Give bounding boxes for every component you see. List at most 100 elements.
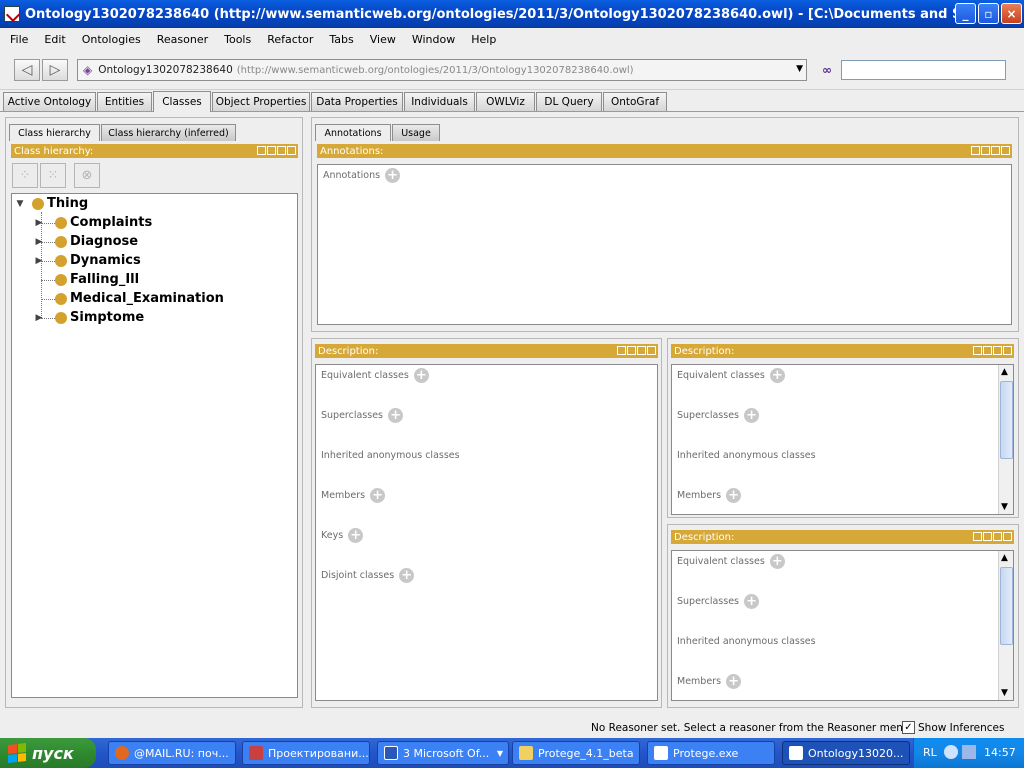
view-minimize-icon[interactable] — [627, 346, 636, 355]
scrollbar-thumb[interactable] — [1000, 567, 1013, 645]
start-button[interactable]: пуск — [0, 738, 96, 768]
view-maximize-icon[interactable] — [991, 146, 1000, 155]
view-pin-icon[interactable] — [617, 346, 626, 355]
add-disjoint-class-icon[interactable]: + — [399, 568, 415, 583]
view-close-icon[interactable] — [287, 146, 296, 155]
maximize-button[interactable]: ▫ — [978, 3, 999, 24]
view-pin-icon[interactable] — [973, 346, 982, 355]
add-superclass-icon[interactable]: + — [388, 408, 404, 423]
show-inferences-checkbox[interactable]: ✓ — [902, 721, 915, 734]
tray-arrow-icon[interactable] — [944, 745, 958, 759]
taskbar-item-design[interactable]: Проектировани... — [242, 741, 370, 765]
add-member-icon[interactable]: + — [726, 674, 742, 689]
add-subclass-button[interactable]: ⁘ — [12, 163, 38, 188]
add-equivalent-class-icon[interactable]: + — [769, 554, 785, 569]
scroll-down-icon[interactable]: ▼ — [1001, 502, 1008, 512]
tab-ontograf[interactable]: OntoGraf — [603, 92, 667, 111]
collapse-arrow-icon[interactable]: ▼ — [15, 199, 25, 209]
entity-search-input[interactable] — [841, 60, 1006, 80]
tree-node-diagnose[interactable]: ▶ Diagnose — [34, 232, 139, 251]
scrollbar-thumb[interactable] — [1000, 381, 1013, 459]
view-maximize-icon[interactable] — [993, 532, 1002, 541]
menu-file[interactable]: File — [2, 33, 36, 46]
add-superclass-icon[interactable]: + — [744, 594, 760, 609]
view-close-icon[interactable] — [1003, 532, 1012, 541]
tree-node-dynamics[interactable]: ▶ Dynamics — [34, 251, 141, 270]
tree-node-medical-examination[interactable]: Medical_Examination — [34, 289, 224, 308]
taskbar-item-protege-exe[interactable]: Protege.exe — [647, 741, 775, 765]
view-pin-icon[interactable] — [973, 532, 982, 541]
add-member-icon[interactable]: + — [370, 488, 386, 503]
tab-class-hierarchy[interactable]: Class hierarchy — [9, 124, 100, 141]
back-button[interactable]: ◁ — [14, 59, 40, 81]
tree-node-falling-ill[interactable]: Falling_Ill — [34, 270, 139, 289]
taskbar-item-mailru[interactable]: @MAIL.RU: поч... — [108, 741, 236, 765]
add-key-icon[interactable]: + — [348, 528, 364, 543]
menu-ontologies[interactable]: Ontologies — [74, 33, 149, 46]
view-minimize-icon[interactable] — [983, 532, 992, 541]
tab-dl-query[interactable]: DL Query — [536, 92, 602, 111]
group-dropdown-icon[interactable]: ▼ — [497, 749, 503, 758]
tab-object-properties[interactable]: Object Properties — [212, 92, 310, 111]
taskbar-item-ontology[interactable]: Ontology13020... — [782, 741, 910, 765]
description-bottom-scrollbar[interactable]: ▲ ▼ — [998, 551, 1013, 700]
tab-entities[interactable]: Entities — [97, 92, 152, 111]
add-sibling-class-button[interactable]: ⁙ — [40, 163, 66, 188]
view-pin-icon[interactable] — [257, 146, 266, 155]
view-close-icon[interactable] — [1001, 146, 1010, 155]
tab-annotations[interactable]: Annotations — [315, 124, 391, 141]
expand-arrow-icon[interactable]: ▶ — [34, 256, 44, 266]
dropdown-arrow-icon[interactable]: ▼ — [796, 64, 803, 74]
taskbar-item-protege-folder[interactable]: Protege_4.1_beta — [512, 741, 640, 765]
menu-edit[interactable]: Edit — [36, 33, 73, 46]
main-tab-bar: Active Ontology Entities Classes Object … — [0, 90, 1024, 112]
description-top-scrollbar[interactable]: ▲ ▼ — [998, 365, 1013, 514]
tab-class-hierarchy-inferred[interactable]: Class hierarchy (inferred) — [101, 124, 236, 141]
delete-class-button[interactable]: ⊗ — [74, 163, 100, 188]
view-close-icon[interactable] — [1003, 346, 1012, 355]
tree-node-simptome[interactable]: ▶ Simptome — [34, 308, 145, 327]
scroll-up-icon[interactable]: ▲ — [1001, 553, 1008, 563]
show-inferences-label[interactable]: Show Inferences — [918, 722, 1004, 734]
view-maximize-icon[interactable] — [637, 346, 646, 355]
tree-node-complaints[interactable]: ▶ Complaints — [34, 213, 153, 232]
view-pin-icon[interactable] — [971, 146, 980, 155]
close-button[interactable]: × — [1001, 3, 1022, 24]
tab-owlviz[interactable]: OWLViz — [476, 92, 535, 111]
tab-data-properties[interactable]: Data Properties — [311, 92, 403, 111]
view-minimize-icon[interactable] — [981, 146, 990, 155]
scroll-up-icon[interactable]: ▲ — [1001, 367, 1008, 377]
menu-reasoner[interactable]: Reasoner — [149, 33, 216, 46]
add-member-icon[interactable]: + — [726, 488, 742, 503]
menu-tools[interactable]: Tools — [216, 33, 259, 46]
view-maximize-icon[interactable] — [993, 346, 1002, 355]
taskbar-item-microsoft-office[interactable]: 3 Microsoft Of... ▼ — [377, 741, 509, 765]
expand-arrow-icon[interactable]: ▶ — [34, 237, 44, 247]
network-icon[interactable] — [962, 745, 976, 759]
tab-individuals[interactable]: Individuals — [404, 92, 475, 111]
add-equivalent-class-icon[interactable]: + — [769, 368, 785, 383]
active-ontology-selector[interactable]: ◈ Ontology1302078238640 (http://www.sema… — [77, 59, 807, 81]
tab-usage[interactable]: Usage — [392, 124, 440, 141]
minimize-button[interactable]: _ — [955, 3, 976, 24]
view-close-icon[interactable] — [647, 346, 656, 355]
menu-window[interactable]: Window — [404, 33, 463, 46]
view-minimize-icon[interactable] — [267, 146, 276, 155]
view-maximize-icon[interactable] — [277, 146, 286, 155]
scroll-down-icon[interactable]: ▼ — [1001, 688, 1008, 698]
tab-active-ontology[interactable]: Active Ontology — [3, 92, 96, 111]
menu-tabs[interactable]: Tabs — [321, 33, 361, 46]
menu-refactor[interactable]: Refactor — [259, 33, 321, 46]
expand-arrow-icon[interactable]: ▶ — [34, 313, 44, 323]
language-indicator[interactable]: RL — [923, 746, 937, 759]
forward-button[interactable]: ▷ — [42, 59, 68, 81]
tree-node-thing[interactable]: ▼ Thing — [15, 194, 89, 213]
menu-view[interactable]: View — [362, 33, 404, 46]
menu-help[interactable]: Help — [463, 33, 504, 46]
tab-classes[interactable]: Classes — [153, 91, 211, 112]
add-equivalent-class-icon[interactable]: + — [413, 368, 429, 383]
view-minimize-icon[interactable] — [983, 346, 992, 355]
add-annotation-icon[interactable]: + — [385, 168, 401, 183]
add-superclass-icon[interactable]: + — [744, 408, 760, 423]
expand-arrow-icon[interactable]: ▶ — [34, 218, 44, 228]
